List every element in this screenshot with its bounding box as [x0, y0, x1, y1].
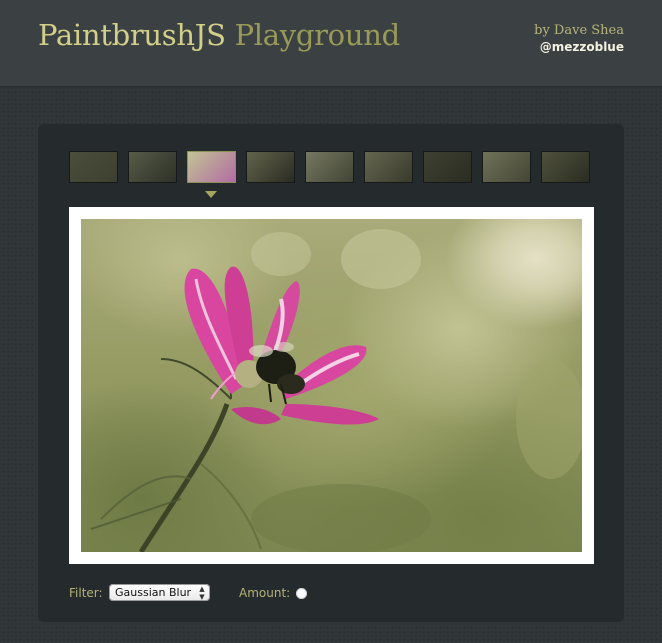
title-secondary: Playground	[225, 18, 401, 52]
image-frame	[69, 207, 594, 564]
preview-photo	[81, 219, 582, 552]
playground-panel: Filter: Gaussian Blur ▲▼ Amount:	[38, 124, 624, 622]
page-header: PaintbrushJS Playground by Dave Shea @me…	[0, 0, 662, 87]
author-byline: by Dave Shea @mezzoblue	[534, 22, 624, 56]
flower-bee-image	[90, 229, 582, 552]
page-title: PaintbrushJS Playground	[38, 18, 400, 52]
thumbnail-3[interactable]	[187, 151, 236, 183]
author-name: by Dave Shea	[534, 23, 624, 38]
title-primary: PaintbrushJS	[38, 18, 226, 52]
selected-thumbnail-arrow-icon	[205, 191, 217, 198]
select-chevron-icon: ▲▼	[198, 585, 206, 601]
amount-label: Amount:	[239, 586, 291, 600]
thumbnail-8[interactable]	[482, 151, 531, 183]
filter-select-value: Gaussian Blur	[115, 586, 192, 599]
thumbnail-1[interactable]	[69, 151, 118, 183]
filter-controls: Filter: Gaussian Blur ▲▼ Amount:	[69, 584, 469, 604]
thumbnail-7[interactable]	[423, 151, 472, 183]
author-handle-link[interactable]: @mezzoblue	[534, 39, 624, 56]
thumbnail-5[interactable]	[305, 151, 354, 183]
thumbnail-4[interactable]	[246, 151, 295, 183]
filter-label: Filter:	[69, 586, 103, 600]
thumbnail-9[interactable]	[541, 151, 590, 183]
thumbnail-2[interactable]	[128, 151, 177, 183]
amount-slider-knob[interactable]	[296, 588, 307, 599]
thumbnail-6[interactable]	[364, 151, 413, 183]
filter-select[interactable]: Gaussian Blur ▲▼	[109, 584, 210, 601]
